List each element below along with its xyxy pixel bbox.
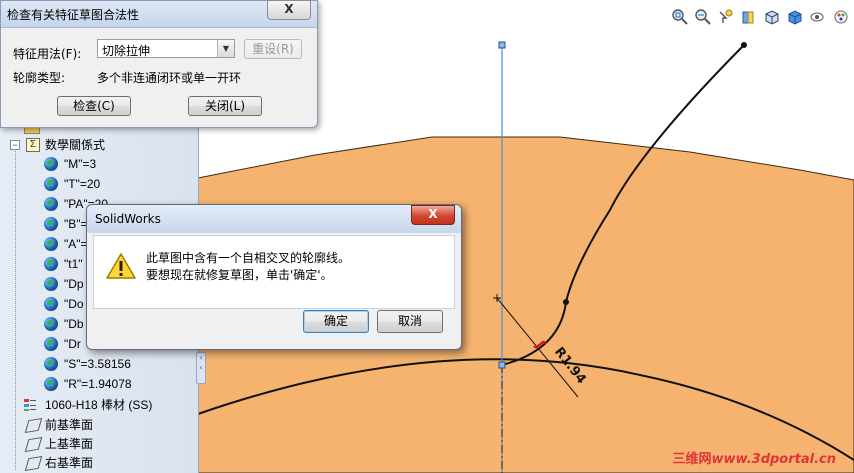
view-orientation-icon[interactable] (763, 8, 781, 26)
dialog-title: 检查有关特征草图合法性 (7, 8, 140, 22)
globe-icon (44, 257, 58, 271)
panel-collapse-handle[interactable]: ‹ ‹ (196, 352, 206, 384)
cancel-button[interactable]: 取消 (377, 310, 443, 333)
dialog-titlebar[interactable]: SolidWorks X (87, 205, 461, 233)
centerline-top-endpoint[interactable] (498, 41, 506, 49)
watermark-url: www.3dportal.cn (711, 452, 836, 467)
close-icon[interactable]: X (267, 0, 311, 20)
globe-icon (44, 297, 58, 311)
plane-label: 右基準面 (45, 456, 94, 470)
display-style-icon[interactable] (786, 8, 804, 26)
equation-label: "R"=1.94078 (64, 377, 132, 391)
message-line: 此草图中含有一个自相交叉的轮廓线。 (146, 251, 351, 265)
globe-icon (44, 357, 58, 371)
contour-type-value: 多个非连通闭环或单一开环 (97, 71, 242, 85)
watermark-prefix: 三维网 (672, 452, 712, 467)
equation-label: "M"=3 (64, 157, 97, 171)
equation-label: "Dr (64, 337, 81, 351)
view-toolbar (671, 7, 850, 27)
hide-show-items-icon[interactable] (809, 8, 827, 26)
warning-icon (106, 253, 136, 279)
material-icon (24, 399, 36, 411)
equation-label: "B"= (64, 217, 88, 231)
zoom-to-fit-icon[interactable] (671, 8, 689, 26)
ok-button[interactable]: 确定 (303, 310, 369, 333)
globe-icon (44, 377, 58, 391)
message-body: 此草图中含有一个自相交叉的轮廓线。 要想现在就修复草图，单击'确定'。 (93, 235, 455, 309)
globe-icon (44, 157, 58, 171)
material-label: 1060-H18 棒材 (SS) (45, 398, 153, 412)
message-line: 要想现在就修复草图，单击'确定'。 (146, 268, 333, 282)
plane-label: 前基準面 (45, 418, 94, 432)
reset-button[interactable]: 重设(R) (244, 39, 302, 59)
feature-usage-value: 切除拉伸 (102, 44, 151, 58)
equation-label: "A"= (64, 237, 88, 251)
chevron-down-icon[interactable]: ▼ (217, 40, 234, 57)
watermark: 三维网www.3dportal.cn (673, 448, 837, 467)
curve-mid-point[interactable] (563, 299, 569, 305)
plane-label: 上基準面 (45, 437, 94, 451)
equation-label: "S"=3.58156 (64, 357, 131, 371)
globe-icon (44, 177, 58, 191)
close-button[interactable]: 关闭(L) (188, 96, 262, 116)
tree-guide-line (15, 140, 16, 470)
edit-appearance-icon[interactable] (832, 8, 850, 26)
contour-type-label: 轮廓类型: (13, 71, 66, 85)
equation-label: "Do (64, 297, 84, 311)
collapse-toggle[interactable]: − (10, 140, 20, 150)
equation-label: "T"=20 (64, 177, 101, 191)
equation-label: "Db (64, 317, 84, 331)
globe-icon (44, 277, 58, 291)
previous-view-icon[interactable] (717, 8, 735, 26)
centerline-bottom-endpoint[interactable] (498, 361, 506, 369)
check-sketch-dialog: 检查有关特征草图合法性 X 特征用法(F): 切除拉伸 ▼ 重设(R) 轮廓类型… (0, 0, 318, 128)
equations-label: 数學關係式 (45, 138, 106, 152)
close-icon[interactable]: X (411, 205, 455, 225)
equation-label: "Dp (64, 277, 84, 291)
feature-usage-select[interactable]: 切除拉伸 ▼ (97, 39, 235, 58)
message-text: 此草图中含有一个自相交叉的轮廓线。 要想现在就修复草图，单击'确定'。 (146, 250, 350, 284)
globe-icon (44, 217, 58, 231)
curve-end-point[interactable] (741, 42, 747, 48)
equations-icon: Σ (26, 138, 40, 152)
zoom-area-icon[interactable] (694, 8, 712, 26)
globe-icon (44, 197, 58, 211)
dialog-title: SolidWorks (95, 212, 161, 226)
globe-icon (44, 237, 58, 251)
equation-label: "t1" (64, 257, 83, 271)
check-button[interactable]: 检查(C) (57, 96, 131, 116)
globe-icon (44, 317, 58, 331)
solidworks-message-dialog: SolidWorks X 此草图中含有一个自相交叉的轮廓线。 要想现在就修复草图… (86, 204, 462, 350)
globe-icon (44, 337, 58, 351)
feature-usage-label: 特征用法(F): (13, 47, 82, 61)
dialog-titlebar[interactable]: 检查有关特征草图合法性 X (1, 0, 317, 28)
section-view-icon[interactable] (740, 8, 758, 26)
